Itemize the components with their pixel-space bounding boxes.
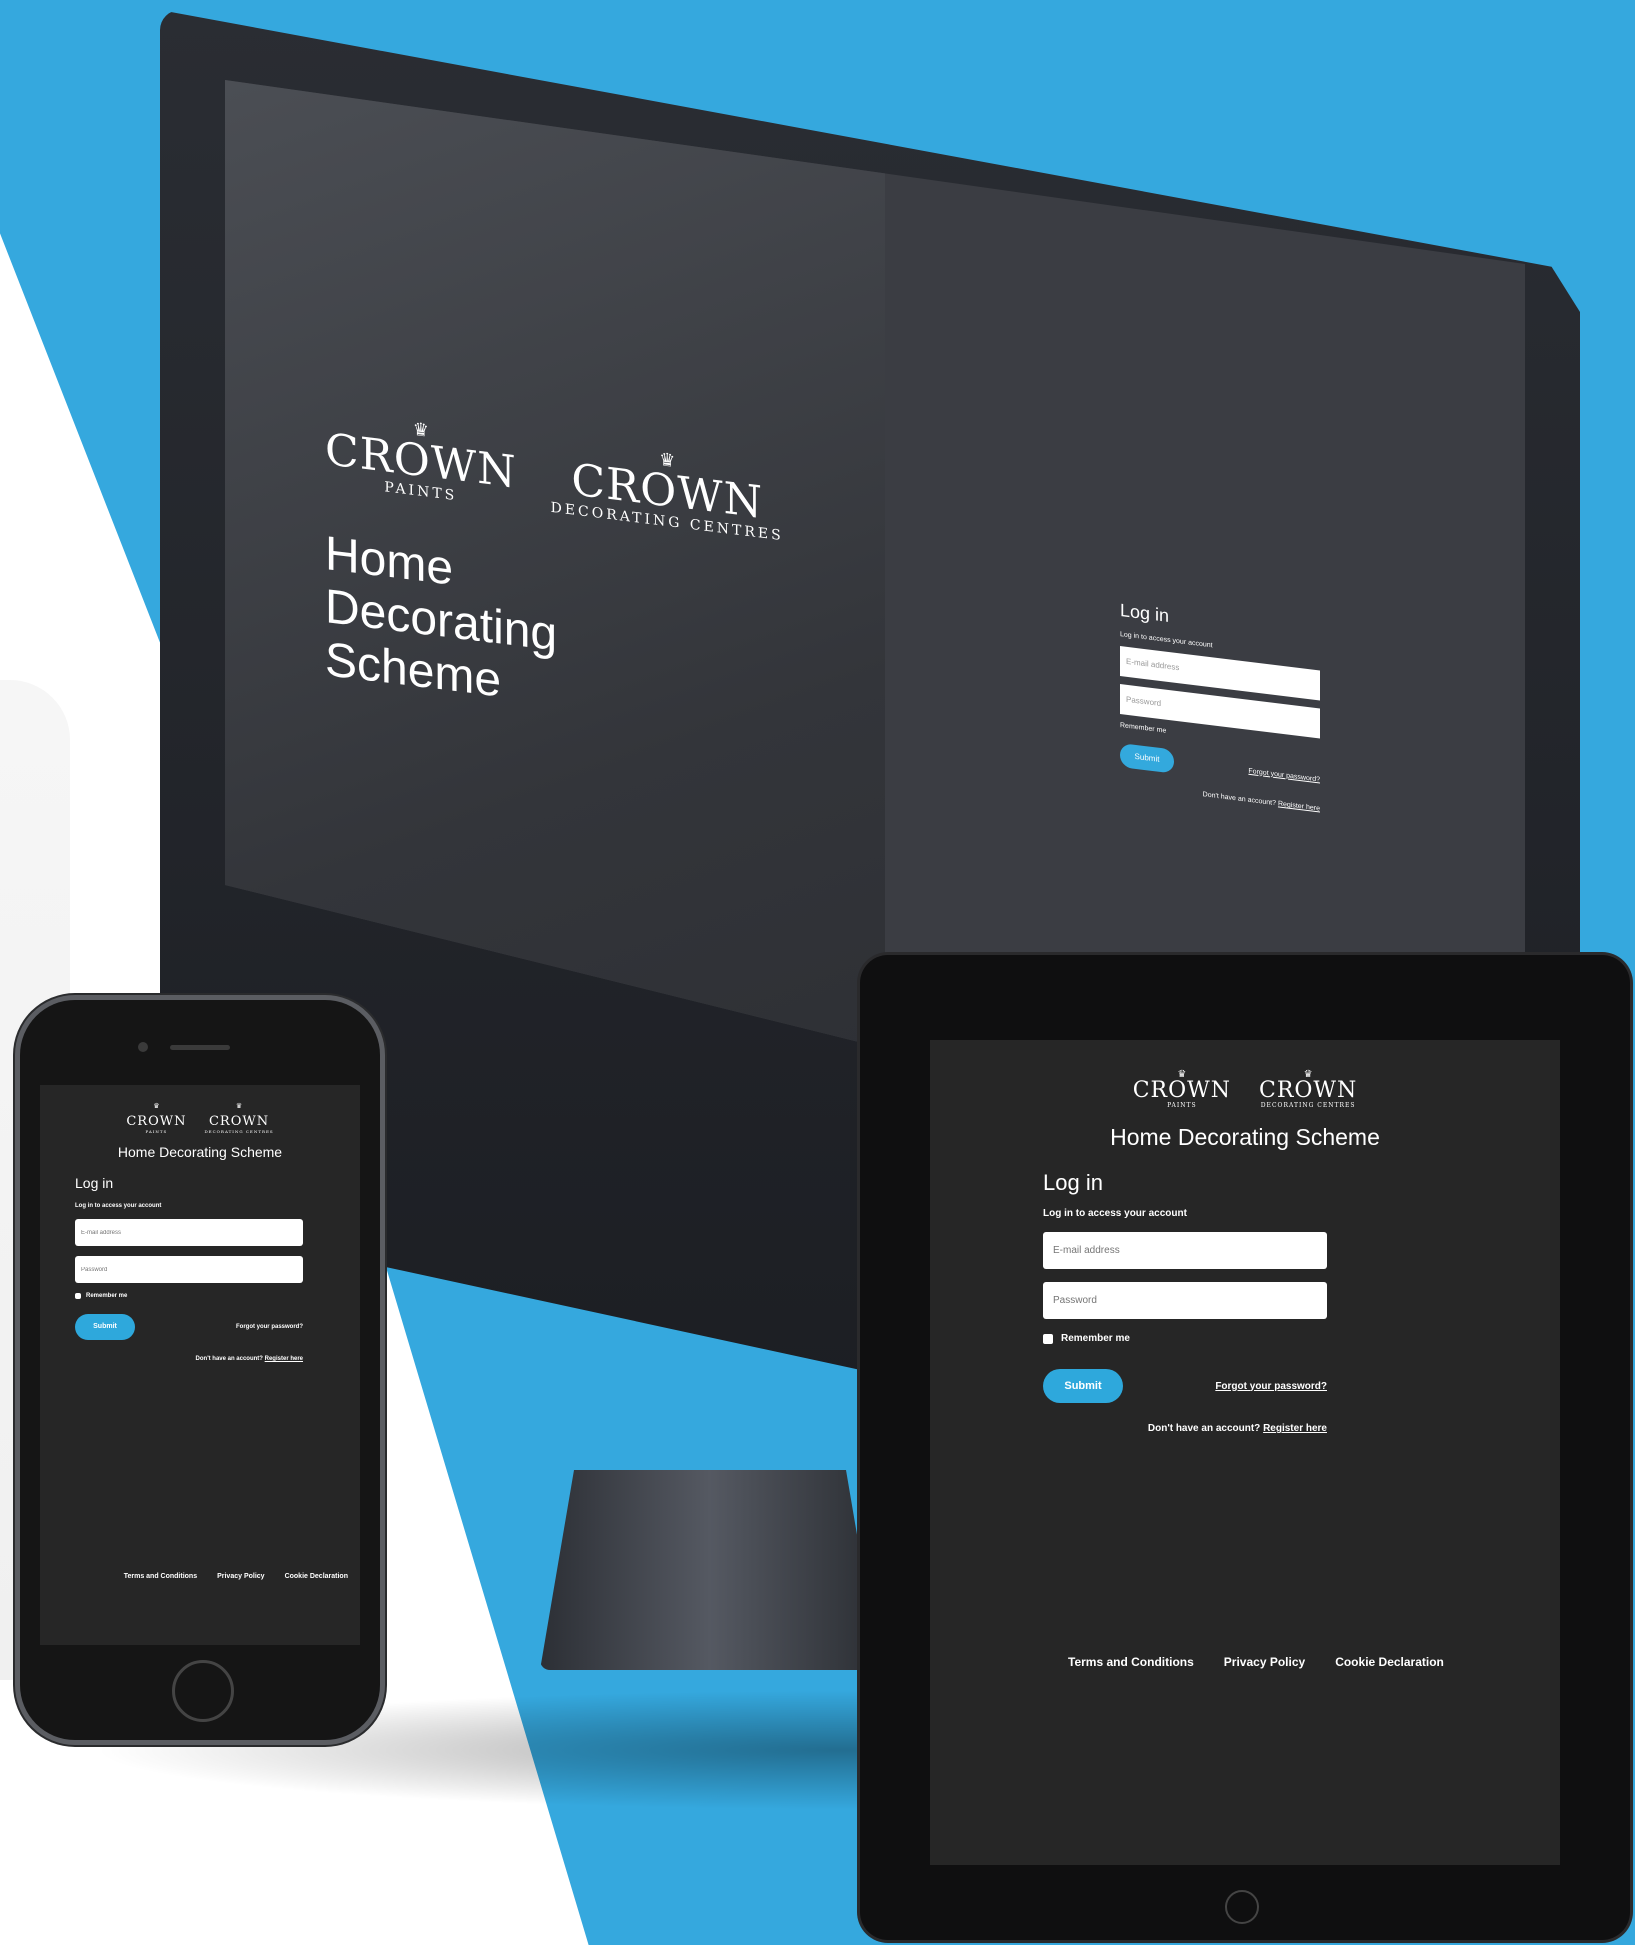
remember-checkbox[interactable] xyxy=(1043,1333,1053,1344)
tablet-login-form: Log in Log in to access your account Rem… xyxy=(1043,1170,1327,1434)
phone-actions: Submit Forgot your password? xyxy=(75,1314,303,1340)
phone-remember-me[interactable]: Remember me xyxy=(75,1293,303,1299)
footer-privacy-link[interactable]: Privacy Policy xyxy=(1224,1655,1305,1669)
tablet-page-title: Home Decorating Scheme xyxy=(1110,1124,1380,1150)
phone-home-button[interactable] xyxy=(172,1660,234,1722)
tablet-device: ♛ CROWN PAINTS ♛ CROWN DECORATING CENTRE… xyxy=(860,955,1630,1940)
phone-footer: Terms and Conditions Privacy Policy Cook… xyxy=(88,1573,348,1580)
tablet-submit-button[interactable]: Submit xyxy=(1043,1369,1123,1403)
phone-screen: ♛ CROWN PAINTS ♛ CROWN DECORATING CENTRE… xyxy=(40,1085,360,1645)
desktop-branding: ♛ CROWN PAINTS ♛ CROWN DECORATING CENTRE… xyxy=(325,410,784,743)
footer-terms-link[interactable]: Terms and Conditions xyxy=(1068,1655,1194,1669)
tablet-login-subheading: Log in to access your account xyxy=(1043,1208,1187,1219)
tablet-email-input[interactable] xyxy=(1043,1232,1327,1269)
tablet-footer: Terms and Conditions Privacy Policy Cook… xyxy=(1068,1655,1444,1669)
tablet-remember-me[interactable]: Remember me xyxy=(1043,1333,1327,1344)
tablet-login-heading: Log in xyxy=(1043,1170,1103,1195)
tablet-screen: ♛ CROWN PAINTS ♛ CROWN DECORATING CENTRE… xyxy=(930,1040,1560,1865)
crown-paints-logo: ♛ CROWN PAINTS xyxy=(1132,1069,1231,1110)
footer-cookie-link[interactable]: Cookie Declaration xyxy=(1335,1655,1444,1669)
desktop-submit-button[interactable]: Submit xyxy=(1120,743,1174,774)
tablet-register-prompt: Don't have an account? xyxy=(1147,1423,1261,1434)
footer-privacy-link[interactable]: Privacy Policy xyxy=(217,1573,264,1580)
crown-paints-logo: ♛ CROWN PAINTS xyxy=(126,1102,187,1135)
monitor-stand xyxy=(540,1470,880,1670)
tablet-forgot-link[interactable]: Forgot your password? xyxy=(1215,1381,1327,1392)
phone-register-prompt: Don't have an account? xyxy=(195,1356,263,1362)
remember-label: Remember me xyxy=(86,1293,128,1299)
remember-label: Remember me xyxy=(1061,1333,1130,1344)
phone-password-input[interactable] xyxy=(75,1256,303,1283)
tablet-password-input[interactable] xyxy=(1043,1282,1327,1319)
phone-login-form: Log in Log in to access your account Rem… xyxy=(75,1175,303,1362)
remember-checkbox[interactable] xyxy=(75,1293,81,1299)
tablet-actions: Submit Forgot your password? xyxy=(1043,1369,1327,1403)
crown-decorating-centres-logo: ♛ CROWN DECORATING CENTRES xyxy=(204,1102,274,1135)
phone-device: ♛ CROWN PAINTS ♛ CROWN DECORATING CENTRE… xyxy=(20,1000,380,1740)
footer-terms-link[interactable]: Terms and Conditions xyxy=(124,1573,197,1580)
tablet-home-button[interactable] xyxy=(1225,1890,1259,1924)
tablet-register-link[interactable]: Register here xyxy=(1263,1423,1327,1434)
phone-register-link[interactable]: Register here xyxy=(265,1356,303,1362)
phone-camera xyxy=(138,1042,148,1052)
phone-page-title: Home Decorating Scheme xyxy=(117,1144,283,1160)
phone-logos: ♛ CROWN PAINTS ♛ CROWN DECORATING CENTRE… xyxy=(40,1102,360,1135)
desktop-login-form: Log in Log in to access your account E-m… xyxy=(1120,600,1320,813)
footer-cookie-link[interactable]: Cookie Declaration xyxy=(285,1573,348,1580)
phone-email-input[interactable] xyxy=(75,1219,303,1246)
phone-login-heading: Log in xyxy=(75,1175,114,1191)
phone-login-page: ♛ CROWN PAINTS ♛ CROWN DECORATING CENTRE… xyxy=(40,1085,360,1645)
phone-register-row: Don't have an account? Register here xyxy=(75,1356,303,1362)
crown-icon: ♛ xyxy=(235,1102,243,1110)
phone-speaker xyxy=(170,1045,230,1050)
crown-decorating-centres-logo: ♛ CROWN DECORATING CENTRES xyxy=(1259,1069,1358,1110)
tablet-logos: ♛ CROWN PAINTS ♛ CROWN DECORATING CENTRE… xyxy=(930,1069,1560,1110)
phone-forgot-link[interactable]: Forgot your password? xyxy=(236,1324,303,1330)
crown-icon: ♛ xyxy=(153,1102,160,1110)
phone-submit-button[interactable]: Submit xyxy=(75,1314,135,1340)
phone-login-subheading: Log in to access your account xyxy=(75,1203,162,1209)
desktop-forgot-link[interactable]: Forgot your password? xyxy=(1248,767,1320,783)
tablet-register-row: Don't have an account? Register here xyxy=(1043,1423,1327,1434)
tablet-login-page: ♛ CROWN PAINTS ♛ CROWN DECORATING CENTRE… xyxy=(930,1040,1560,1865)
